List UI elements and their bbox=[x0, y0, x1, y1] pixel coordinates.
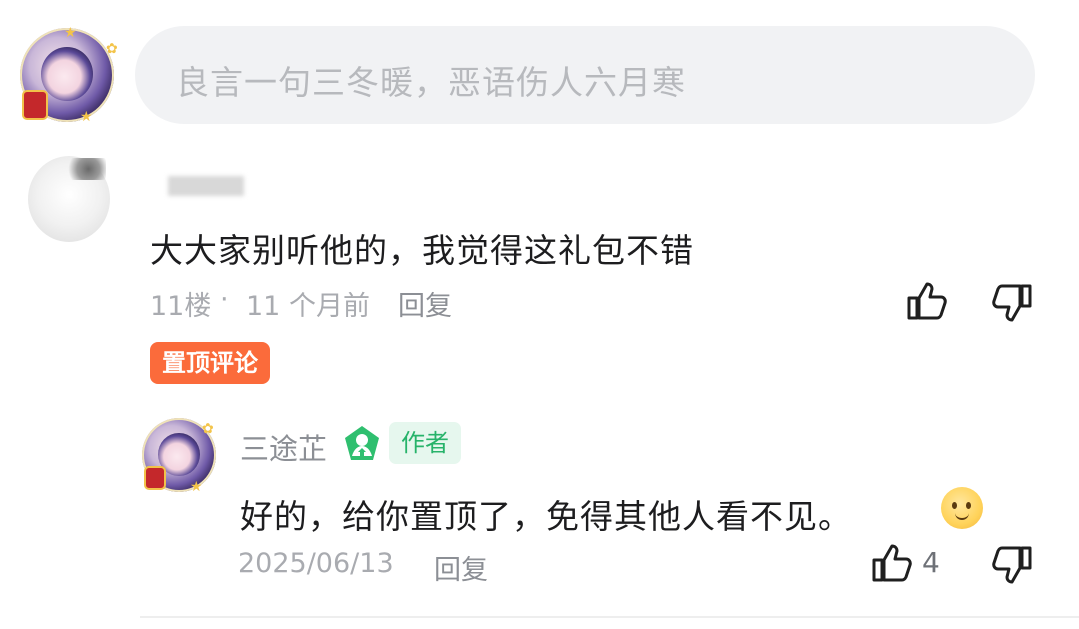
emoji-mouth bbox=[955, 512, 969, 520]
star-icon: ★ bbox=[64, 25, 77, 41]
reply-text: 好的，给你置顶了，免得其他人看不见。 bbox=[240, 497, 852, 536]
avatar-badge-icon bbox=[144, 466, 166, 490]
divider bbox=[140, 616, 1079, 618]
comment-time: 11 个月前 bbox=[246, 291, 370, 322]
comment-text: 大大家别听他的，我觉得这礼包不错 bbox=[150, 231, 694, 270]
reply-date: 2025/06/13 bbox=[238, 548, 394, 579]
author-role-tag: 作者 bbox=[389, 422, 461, 464]
avatar-badge-icon bbox=[22, 90, 48, 120]
dislike-icon[interactable] bbox=[990, 544, 1034, 586]
comment-floor: 11楼 bbox=[150, 291, 212, 322]
comment-input-placeholder: 良言一句三冬暖，恶语伤人六月寒 bbox=[176, 63, 686, 102]
avatar-doodle-icon bbox=[62, 158, 106, 180]
meta-separator: · bbox=[220, 284, 229, 315]
star-icon: ★ bbox=[190, 479, 203, 495]
smile-emoji-icon bbox=[941, 487, 983, 529]
commenter-username[interactable] bbox=[168, 176, 244, 196]
star-icon: ✿ bbox=[202, 421, 214, 437]
current-user-avatar[interactable]: ★ ✿ ★ bbox=[20, 25, 118, 125]
star-icon: ✿ bbox=[106, 41, 118, 57]
emoji-eye bbox=[966, 502, 971, 509]
author-avatar[interactable]: ✿ ★ bbox=[142, 418, 216, 495]
like-icon[interactable] bbox=[870, 542, 914, 584]
dislike-icon[interactable] bbox=[990, 282, 1034, 324]
reply-button[interactable]: 回复 bbox=[434, 548, 488, 587]
verified-author-icon bbox=[345, 426, 379, 460]
author-name[interactable]: 三途芷 bbox=[240, 426, 327, 468]
star-icon: ★ bbox=[80, 109, 93, 125]
pinned-comment-tag: 置顶评论 bbox=[150, 342, 270, 384]
reply-button[interactable]: 回复 bbox=[398, 284, 452, 323]
like-count: 4 bbox=[922, 546, 940, 579]
like-icon[interactable] bbox=[905, 280, 949, 322]
emoji-eye bbox=[952, 502, 957, 509]
